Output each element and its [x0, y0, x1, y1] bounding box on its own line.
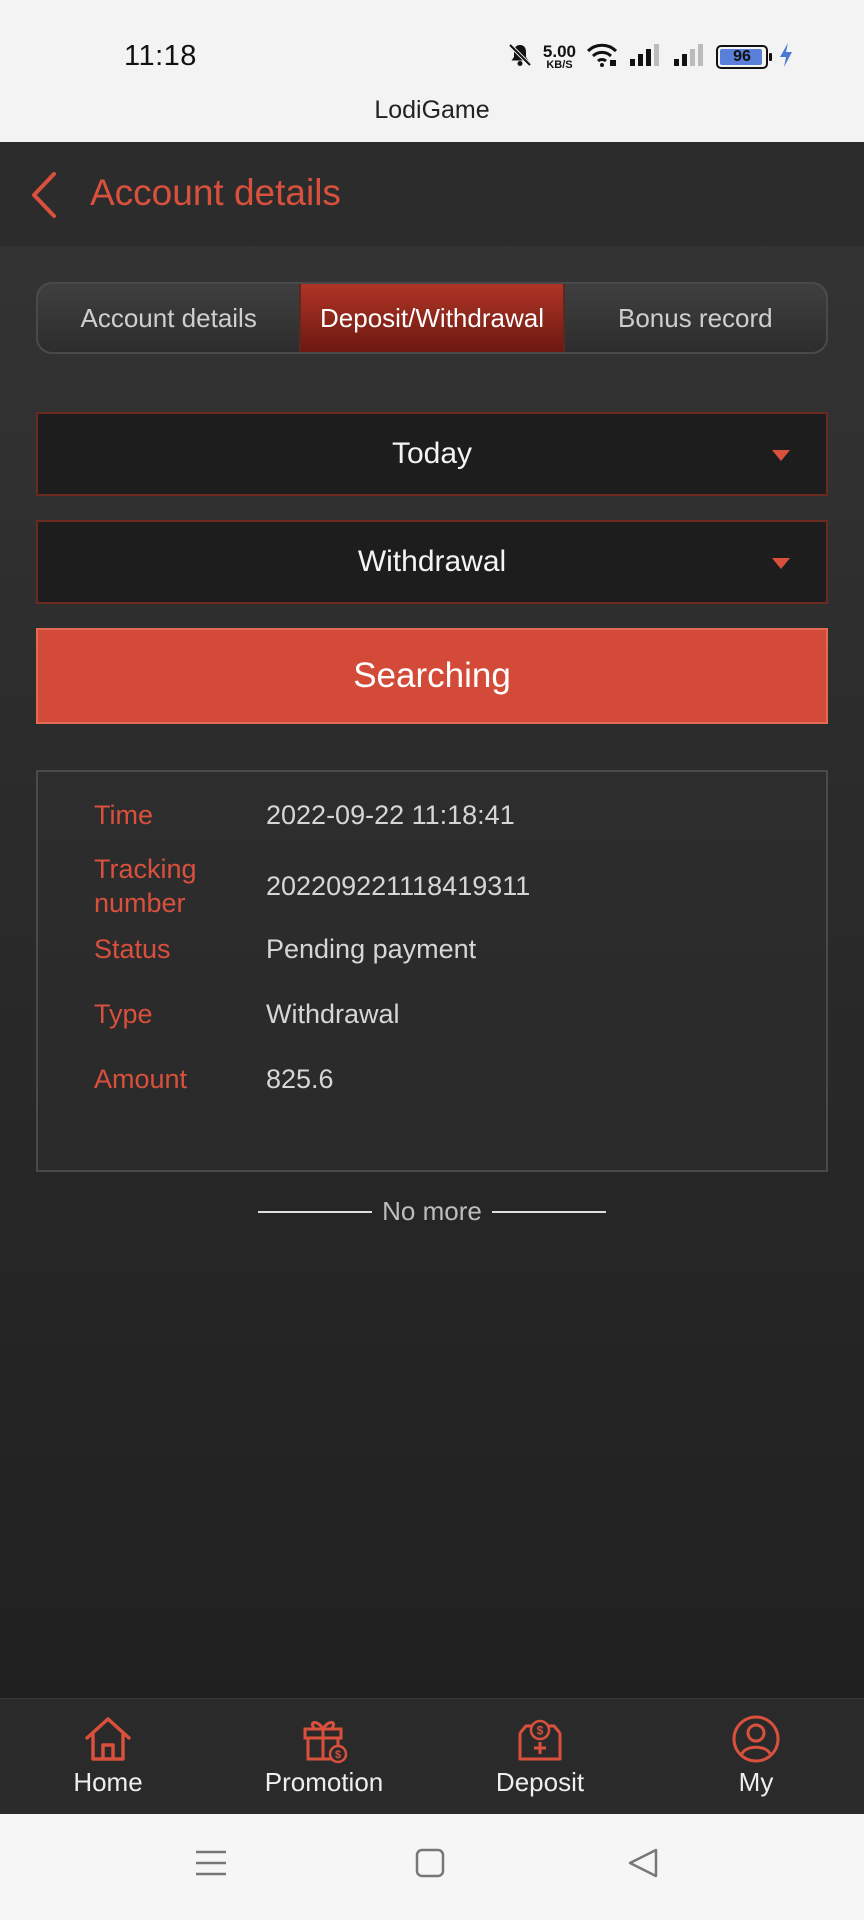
status-label: Status — [94, 934, 171, 964]
type-filter-value: Withdrawal — [357, 545, 507, 578]
chevron-left-icon — [32, 172, 56, 218]
mute-bell-icon — [507, 42, 533, 73]
caret-down-icon — [772, 450, 790, 461]
browser-title: LodiGame — [374, 96, 490, 124]
type-filter-select[interactable]: Withdrawal — [36, 520, 828, 604]
home-icon — [85, 1717, 131, 1761]
back-button[interactable] — [26, 170, 66, 220]
amount-label: Amount — [94, 1064, 188, 1094]
nav-item-my[interactable]: My — [648, 1699, 864, 1814]
deposit-icon: $ — [518, 1719, 562, 1761]
record-row-type: Type Withdrawal — [94, 997, 400, 1031]
menu-icon[interactable] — [194, 1846, 228, 1885]
no-more-text: No more — [382, 1196, 482, 1226]
tab-deposit-withdrawal[interactable]: Deposit/Withdrawal — [299, 284, 565, 352]
svg-text:$: $ — [335, 1749, 341, 1761]
type-label: Type — [94, 999, 153, 1029]
list-end-indicator: No more — [0, 1196, 864, 1227]
home-square-icon[interactable] — [413, 1846, 447, 1885]
header: Account details — [0, 142, 864, 246]
net-speed-value: 5.00 — [542, 42, 576, 61]
wifi-icon — [586, 42, 618, 73]
nav-label-home: Home — [73, 1767, 143, 1797]
nav-label-promotion: Promotion — [264, 1767, 384, 1797]
nav-label-deposit: Deposit — [495, 1767, 585, 1797]
nav-label-my: My — [738, 1767, 774, 1797]
tracking-value: 202209221118419311 — [266, 870, 531, 901]
nav-item-deposit[interactable]: $ Deposit — [432, 1699, 648, 1814]
caret-down-icon — [772, 558, 790, 569]
tab-account-details[interactable]: Account details — [38, 284, 299, 352]
status-icons: 5.00 KB/S 96 — [507, 40, 794, 74]
nav-item-promotion[interactable]: $ Promotion — [216, 1699, 432, 1814]
record-row-tracking: Tracking number 202209221118419311 — [94, 852, 530, 920]
time-value: 2022-09-22 11:18:41 — [266, 799, 515, 830]
record-row-status: Status Pending payment — [94, 932, 476, 966]
amount-value: 825.6 — [266, 1063, 334, 1094]
app-screen: Account details Account details Deposit/… — [0, 142, 864, 1814]
battery-icon: 96 — [716, 45, 772, 69]
search-button[interactable]: Searching — [36, 628, 828, 724]
nav-item-home[interactable]: Home — [0, 1699, 216, 1814]
svg-text:$: $ — [537, 1724, 544, 1738]
net-speed: 5.00 KB/S — [543, 43, 576, 71]
record-row-time: Time 2022-09-22 11:18:41 — [94, 798, 515, 832]
tab-bar: Account details Deposit/Withdrawal Bonus… — [36, 282, 828, 354]
tab-bonus-record[interactable]: Bonus record — [565, 284, 826, 352]
record-row-amount: Amount 825.6 — [94, 1062, 334, 1096]
tracking-label: Tracking number — [94, 854, 197, 918]
date-filter-value: Today — [391, 437, 473, 470]
date-filter-select[interactable]: Today — [36, 412, 828, 496]
system-nav-bar — [0, 1814, 864, 1920]
back-triangle-icon[interactable] — [626, 1846, 660, 1885]
charging-icon — [778, 42, 794, 73]
type-value: Withdrawal — [266, 998, 400, 1029]
transaction-record: Time 2022-09-22 11:18:41 Tracking number… — [36, 770, 828, 1172]
divider-line — [491, 1210, 606, 1213]
user-icon — [732, 1715, 780, 1763]
divider-line — [258, 1210, 373, 1213]
battery-level: 96 — [733, 48, 751, 65]
status-bar: 11:18 5.00 KB/S 96 — [0, 0, 864, 90]
page-title: Account details — [90, 172, 341, 213]
net-speed-unit: KB/S — [546, 59, 573, 71]
signal-icon — [672, 42, 706, 73]
gift-icon: $ — [303, 1721, 348, 1764]
bottom-nav: Home $ Promotion $ Deposit My — [0, 1698, 864, 1814]
signal-icon — [628, 42, 662, 73]
status-time: 11:18 — [124, 40, 197, 72]
time-label: Time — [94, 800, 153, 830]
status-value: Pending payment — [266, 933, 477, 964]
